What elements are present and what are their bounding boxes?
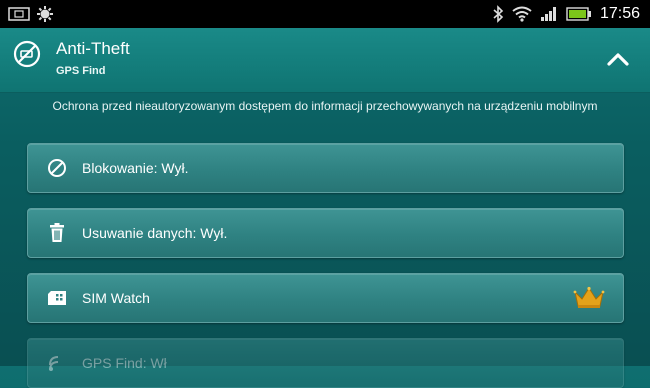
section-description: Ochrona przed nieautoryzowanym dostępem … [52,99,598,113]
screen-mirror-icon [8,7,30,21]
chevron-up-icon[interactable] [604,48,632,70]
list-item-sim-watch[interactable]: SIM Watch [27,273,624,323]
trash-icon [46,222,68,244]
list-item-gps-find[interactable]: GPS Find: Wł [27,338,624,388]
list-item-label: Blokowanie: Wył. [82,160,189,176]
list-item-data-wipe[interactable]: Usuwanie danych: Wył. [27,208,624,258]
list-item-label: Usuwanie danych: Wył. [82,225,228,241]
list-item-label: GPS Find: Wł [82,355,167,371]
gps-icon [46,352,68,374]
crown-icon [573,286,605,310]
signal-icon [540,6,558,22]
bluetooth-icon [492,5,504,23]
clock-time: 17:56 [599,5,640,22]
list-item-blocking[interactable]: Blokowanie: Wył. [27,143,624,193]
list-item-label: SIM Watch [82,290,150,306]
page-title: Anti-Theft [56,39,130,58]
block-icon [46,157,68,179]
battery-icon [566,7,592,21]
anti-theft-icon [13,40,41,68]
settings-icon [36,5,54,23]
app-header: Anti-Theft GPS Find [0,28,650,93]
sim-card-icon [46,287,68,309]
wifi-icon [512,6,532,22]
page-subtitle: GPS Find [56,65,106,77]
status-bar: 17:56 [0,0,650,28]
